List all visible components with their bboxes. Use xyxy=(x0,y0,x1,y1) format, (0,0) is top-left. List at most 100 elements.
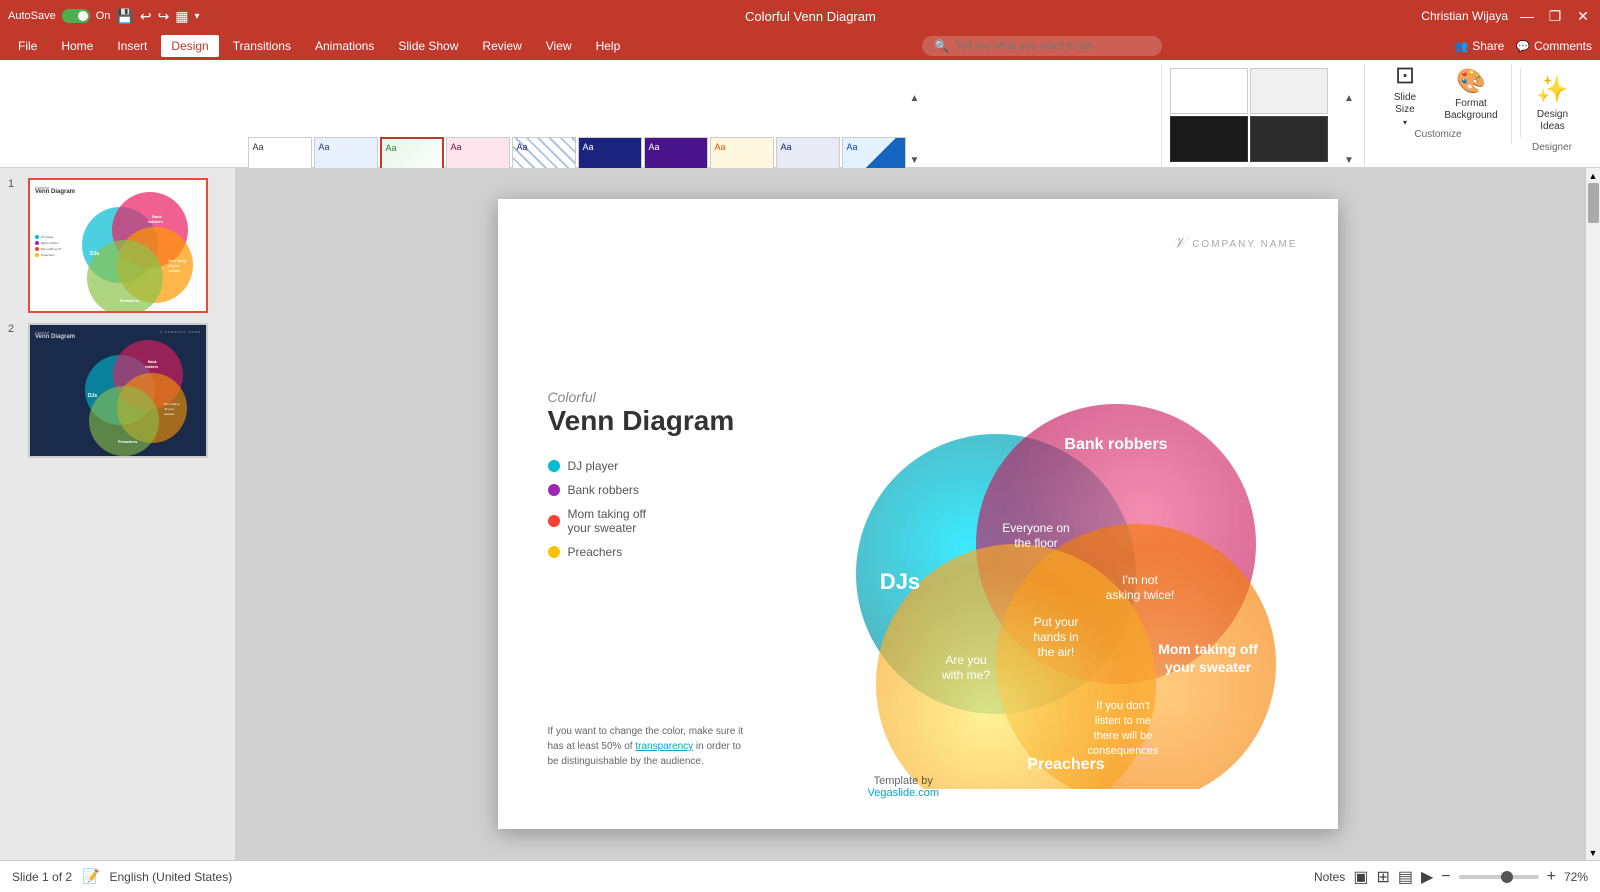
menu-view[interactable]: View xyxy=(536,35,582,57)
svg-text:DJs: DJs xyxy=(88,393,97,399)
menu-animations[interactable]: Animations xyxy=(305,35,384,57)
canvas-area: 𝒱 COMPANY NAME Colorful Venn Diagram DJ … xyxy=(235,168,1600,860)
slide-size-icon: ⊡ xyxy=(1395,61,1415,90)
app-name-label: AutoSave xyxy=(8,10,56,22)
menubar: File Home Insert Design Transitions Anim… xyxy=(0,32,1600,60)
venn-label-djs: DJs xyxy=(879,569,919,594)
venn-label-preachers: Preachers xyxy=(1027,756,1104,773)
variant-1[interactable] xyxy=(1170,68,1248,114)
venn-overlap-3a: Are you xyxy=(945,653,986,667)
legend-dot-2 xyxy=(548,484,560,496)
slideshow-icon[interactable]: ▶ xyxy=(1421,867,1433,887)
svg-text:sweater: sweater xyxy=(168,269,181,273)
slide-size-label: SlideSize xyxy=(1394,92,1416,116)
legend-dot-3 xyxy=(548,515,560,527)
redo-icon[interactable]: ↪ xyxy=(158,8,170,25)
menu-insert[interactable]: Insert xyxy=(107,35,157,57)
undo-icon[interactable]: ↩ xyxy=(140,8,152,25)
svg-text:robbers: robbers xyxy=(145,365,158,369)
designer-group: ✨ DesignIdeas Designer xyxy=(1512,64,1592,157)
zoom-out-button[interactable]: − xyxy=(1441,868,1450,886)
themes-scroll-up[interactable]: ▲ xyxy=(908,68,922,128)
variants-scroll-up[interactable]: ▲ xyxy=(1342,68,1356,128)
menu-design[interactable]: Design xyxy=(161,35,218,57)
zoom-in-button[interactable]: + xyxy=(1547,868,1556,886)
legend-item-4: Preachers xyxy=(548,545,646,559)
svg-text:Preachers: Preachers xyxy=(120,298,140,303)
statusbar-left: Slide 1 of 2 📝 English (United States) xyxy=(12,868,232,885)
normal-view-icon[interactable]: ▣ xyxy=(1353,867,1368,887)
format-background-label: FormatBackground xyxy=(1444,98,1497,122)
scroll-track xyxy=(1586,183,1600,845)
slide-size-dropdown-icon: ▾ xyxy=(1403,118,1407,127)
win-restore[interactable]: ❐ xyxy=(1546,7,1564,25)
comments-label: Comments xyxy=(1534,39,1592,53)
svg-text:Mom taking: Mom taking xyxy=(164,402,180,406)
zoom-level[interactable]: 72% xyxy=(1564,870,1588,884)
menu-help[interactable]: Help xyxy=(586,35,631,57)
venn-label-bank: Bank robbers xyxy=(1064,436,1167,453)
user-name: Christian Wijaya xyxy=(1421,9,1508,23)
comments-button[interactable]: 💬 Comments xyxy=(1516,39,1592,53)
menu-review[interactable]: Review xyxy=(472,35,531,57)
svg-text:off your: off your xyxy=(164,407,174,411)
autosave-toggle[interactable] xyxy=(62,9,90,23)
variant-3[interactable] xyxy=(1170,116,1248,162)
scroll-down-button[interactable]: ▼ xyxy=(1586,845,1600,860)
presentation-icon[interactable]: ▦ xyxy=(175,8,188,25)
title-small: Colorful xyxy=(548,389,735,405)
design-ideas-label: DesignIdeas xyxy=(1537,109,1568,133)
zoom-slider[interactable] xyxy=(1459,875,1539,879)
format-background-button[interactable]: 🎨 FormatBackground xyxy=(1439,68,1503,120)
design-ideas-button[interactable]: ✨ DesignIdeas xyxy=(1520,68,1584,138)
scroll-up-button[interactable]: ▲ xyxy=(1586,168,1600,183)
slide-2-thumb[interactable]: Colorful Venn Diagram DJs Bank robbers M… xyxy=(28,323,208,458)
titlebar-right: Christian Wijaya — ❐ ✕ xyxy=(1421,7,1592,25)
slide-1-thumb[interactable]: Colorful Venn Diagram DJs Bank robbers M… xyxy=(28,178,208,313)
svg-text:Preachers: Preachers xyxy=(118,439,138,444)
notes-button[interactable]: Notes xyxy=(1314,870,1345,884)
venn-diagram: DJs Bank robbers Mom taking off your swe… xyxy=(818,369,1278,789)
slide-2-number: 2 xyxy=(8,323,22,335)
search-icon: 🔍 xyxy=(934,39,949,53)
customize-qa-icon[interactable]: ▾ xyxy=(195,11,200,22)
legend-dot-1 xyxy=(548,460,560,472)
scroll-thumb[interactable] xyxy=(1588,183,1599,223)
slide-1-item[interactable]: 1 Colorful Venn Diagram DJs Bank robbers… xyxy=(8,178,227,313)
save-icon[interactable]: 💾 xyxy=(116,8,133,25)
design-ideas-icon: ✨ xyxy=(1536,74,1568,105)
title-area: Colorful Venn Diagram xyxy=(548,389,735,437)
menu-home[interactable]: Home xyxy=(51,35,103,57)
svg-text:sweater: sweater xyxy=(164,412,175,416)
menu-transitions[interactable]: Transitions xyxy=(223,35,301,57)
designer-label: Designer xyxy=(1532,142,1572,153)
svg-text:DJs: DJs xyxy=(90,251,99,257)
legend-area: DJ player Bank robbers Mom taking offyou… xyxy=(548,459,646,569)
slide-2-item[interactable]: 2 Colorful Venn Diagram DJs Bank robbers… xyxy=(8,323,227,458)
venn-svg: DJs Bank robbers Mom taking off your swe… xyxy=(818,369,1278,789)
vertical-scrollbar: ▲ ▼ xyxy=(1585,168,1600,860)
slide-1-number: 1 xyxy=(8,178,22,190)
reading-view-icon[interactable]: ▤ xyxy=(1398,867,1413,887)
customize-group: ⊡ SlideSize ▾ 🎨 FormatBackground Customi… xyxy=(1365,64,1512,144)
variant-4[interactable] xyxy=(1250,116,1328,162)
slide-sorter-icon[interactable]: ⊞ xyxy=(1376,867,1389,887)
slide-size-button[interactable]: ⊡ SlideSize ▾ xyxy=(1373,68,1437,120)
variant-2[interactable] xyxy=(1250,68,1328,114)
zoom-slider-thumb[interactable] xyxy=(1501,871,1513,883)
venn-label-mom-2: your sweater xyxy=(1164,659,1251,675)
search-input[interactable] xyxy=(955,40,1150,52)
slide-canvas: 𝒱 COMPANY NAME Colorful Venn Diagram DJ … xyxy=(498,199,1338,829)
win-close[interactable]: ✕ xyxy=(1574,7,1592,25)
venn-overlap-2b: asking twice! xyxy=(1105,588,1174,602)
menu-file[interactable]: File xyxy=(8,35,47,57)
variants-area xyxy=(1170,68,1340,162)
win-minimize[interactable]: — xyxy=(1518,7,1536,25)
company-name-text: COMPANY NAME xyxy=(1192,239,1297,250)
menu-slideshow[interactable]: Slide Show xyxy=(388,35,468,57)
venn-overlap-4a: If you don't xyxy=(1096,700,1149,712)
svg-text:robbers: robbers xyxy=(148,219,164,224)
share-button[interactable]: 👥 Share xyxy=(1455,39,1505,53)
venn-label-mom-1: Mom taking off xyxy=(1158,641,1258,657)
legend-dot-4 xyxy=(548,546,560,558)
